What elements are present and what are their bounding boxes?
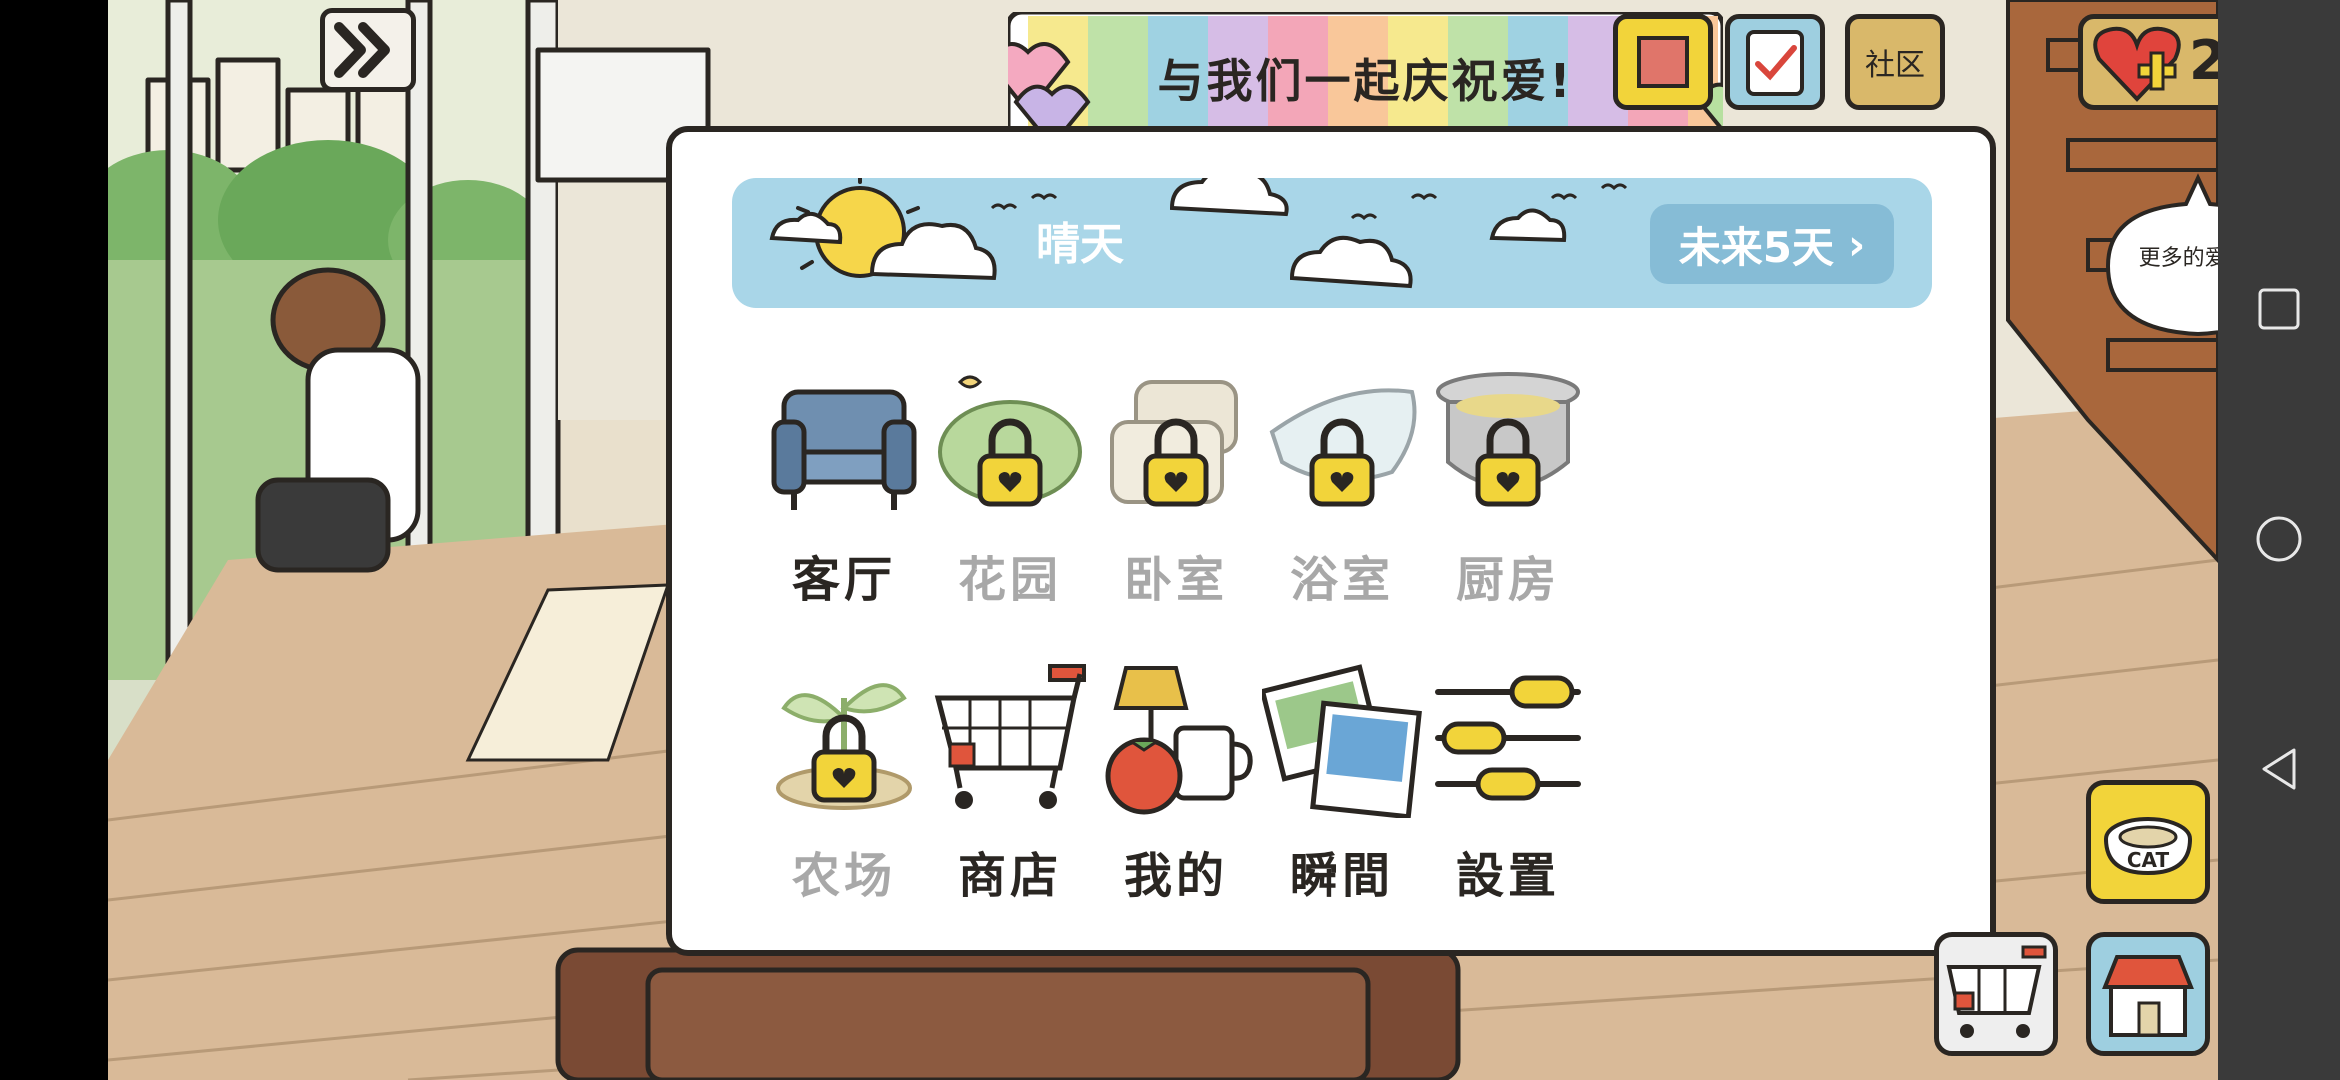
fast-forward-button[interactable] xyxy=(320,8,416,92)
back-button[interactable] xyxy=(2254,744,2304,794)
speech-bubble[interactable]: 更多的爱心! xyxy=(2098,170,2218,340)
cat-bowl-label: CAT xyxy=(2127,848,2170,872)
menu-item-label: 設置 xyxy=(1455,848,1560,904)
armchair-icon xyxy=(771,389,917,510)
sprout-icon xyxy=(776,683,912,810)
menu-item-settings[interactable]: 設置 xyxy=(1408,658,1608,918)
shopping-cart-icon xyxy=(1946,945,2047,1038)
cart-icon xyxy=(934,664,1086,809)
main-menu-panel: 晴天 未来5天 › 客厅 花园 卧室 浴室 厨房 农场 商店 我的 瞬間 設置 xyxy=(666,126,1996,956)
clipboard-check-icon xyxy=(1746,30,1804,96)
speech-bubble-text: 更多的爱心! xyxy=(2138,246,2218,271)
community-button[interactable]: 社区 xyxy=(1845,14,1945,110)
home-button[interactable] xyxy=(2254,514,2304,564)
menu-item-label: 厨房 xyxy=(1455,552,1560,608)
bathtub-icon xyxy=(1269,388,1417,507)
hearts-count-value: 2771 xyxy=(2189,29,2218,92)
heart-plus-icon xyxy=(2093,26,2181,102)
photo-frame-button[interactable] xyxy=(1613,14,1713,110)
pot-icon xyxy=(1436,372,1580,507)
community-label: 社区 xyxy=(1865,48,1925,83)
sliders-icon xyxy=(1435,675,1581,801)
picture-frame-icon xyxy=(1637,36,1689,88)
menu-item-kitchen[interactable]: 厨房 xyxy=(1408,362,1608,622)
cat-bowl-button[interactable]: CAT xyxy=(2086,780,2210,904)
fast-forward-icon xyxy=(334,22,390,78)
forecast-button[interactable]: 未来5天 › xyxy=(1650,204,1894,284)
chevron-right-icon: › xyxy=(1847,219,1866,269)
pillows-icon xyxy=(1110,380,1238,507)
photos-icon xyxy=(1262,664,1422,818)
checklist-button[interactable] xyxy=(1725,14,1825,110)
cat-bowl-icon: CAT xyxy=(2104,817,2192,876)
store-icon xyxy=(2102,955,2194,1037)
forecast-label: 未来5天 xyxy=(1678,222,1834,272)
store-button[interactable] xyxy=(2086,932,2210,1056)
lamp-tomato-mug-icon xyxy=(1105,666,1253,815)
system-navigation-bar xyxy=(2218,0,2340,1080)
weather-condition: 晴天 xyxy=(1036,219,1124,270)
game-scene: 与我们一起庆祝爱! 社区 2771 更多的爱心! xyxy=(108,0,2218,1080)
hearts-counter[interactable]: 2771 xyxy=(2078,14,2218,110)
bush-icon xyxy=(938,375,1082,507)
recent-apps-button[interactable] xyxy=(2254,284,2304,334)
shop-cart-button[interactable] xyxy=(1934,932,2058,1056)
weather-bar: 晴天 未来5天 › xyxy=(732,178,1932,308)
